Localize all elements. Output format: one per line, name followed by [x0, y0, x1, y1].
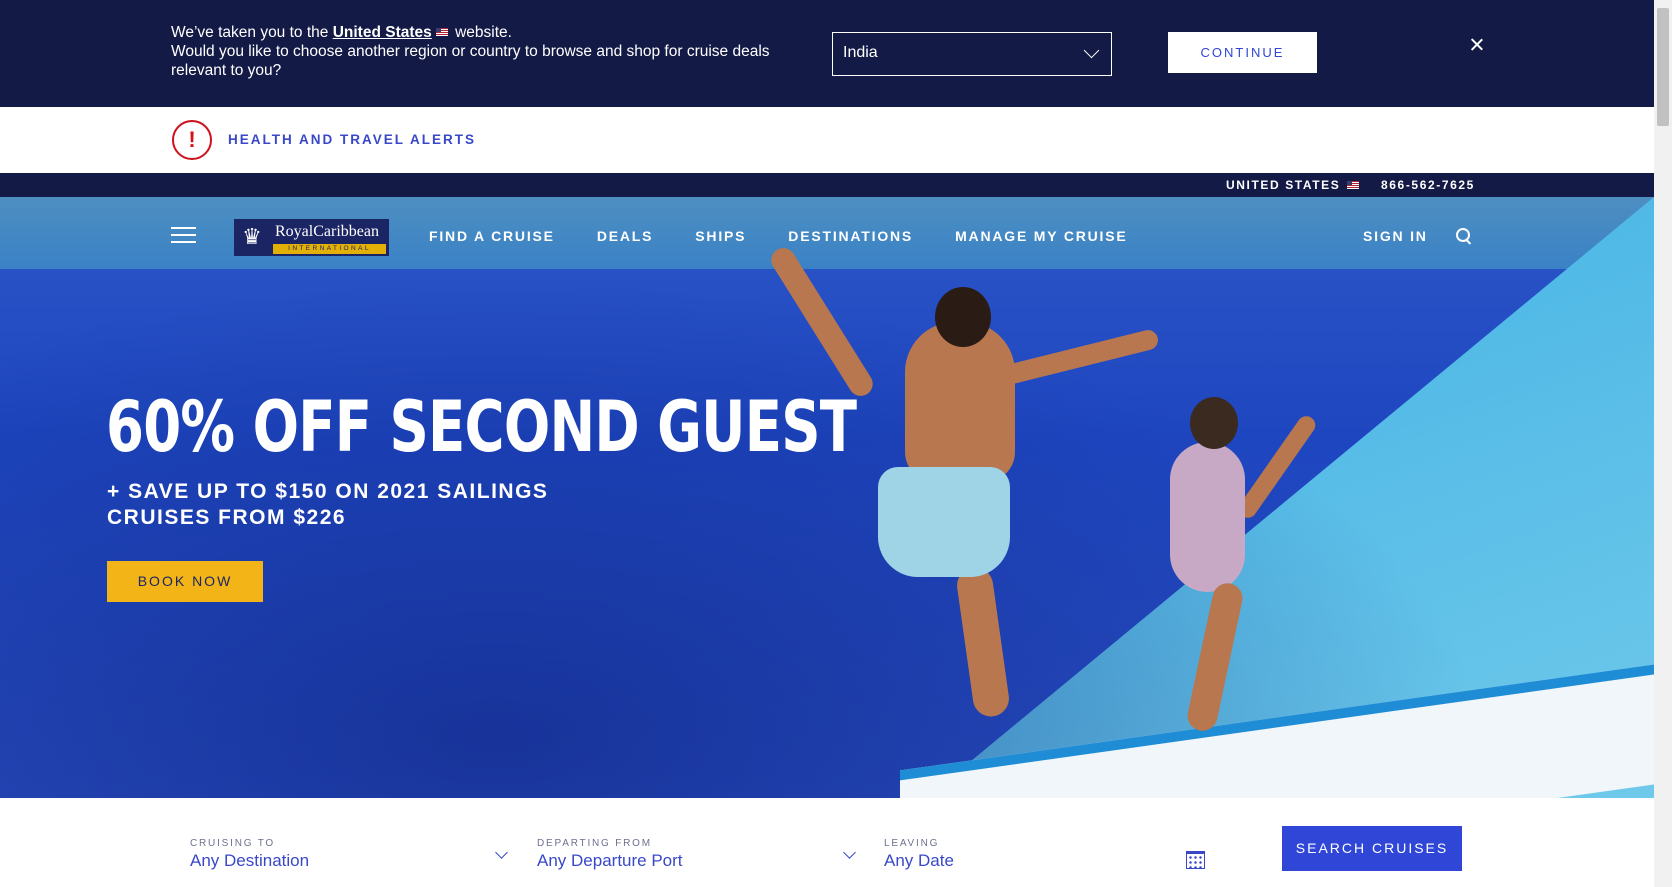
page-scrollbar[interactable]: [1654, 0, 1672, 887]
search-cruises-button[interactable]: SEARCH CRUISES: [1282, 826, 1462, 871]
hero-subtitle: + SAVE UP TO $150 ON 2021 SAILINGS CRUIS…: [107, 479, 548, 531]
region-msg-prefix: We’ve taken you to the: [171, 24, 329, 41]
crown-anchor-icon: ♛: [242, 224, 262, 249]
hero-subtitle-line1: + SAVE UP TO $150 ON 2021 SAILINGS: [107, 480, 549, 503]
country-selector[interactable]: UNITED STATES: [1226, 178, 1340, 192]
nav-find-a-cruise[interactable]: FIND A CRUISE: [429, 228, 555, 244]
nav-links: FIND A CRUISE DEALS SHIPS DESTINATIONS M…: [429, 228, 1128, 244]
leaving-value: Any Date: [884, 851, 954, 870]
destination-value: Any Destination: [190, 851, 310, 870]
hero-photo-figure: [1190, 397, 1238, 449]
us-flag-icon: [1347, 181, 1359, 189]
hero-subtitle-line2: CRUISES FROM $226: [107, 506, 347, 529]
royal-caribbean-logo[interactable]: ♛ RoyalCaribbean INTERNATIONAL: [234, 219, 389, 256]
book-now-button[interactable]: BOOK NOW: [107, 561, 263, 602]
region-msg-suffix: website.: [455, 24, 512, 41]
calendar-icon[interactable]: [1186, 851, 1205, 869]
nav-manage-my-cruise[interactable]: MANAGE MY CRUISE: [955, 228, 1127, 244]
hero-photo-figure: [878, 467, 1010, 577]
scrollbar-thumb[interactable]: [1657, 8, 1669, 126]
alert-icon[interactable]: !: [172, 120, 212, 160]
us-flag-icon: [435, 28, 448, 36]
sign-in-link[interactable]: SIGN IN: [1363, 228, 1428, 244]
leaving-date-field[interactable]: LEAVING Any Date: [884, 838, 1204, 871]
utility-strip: UNITED STATES 866-562-7625: [0, 173, 1654, 197]
logo-text: RoyalCaribbean: [275, 223, 379, 240]
phone-number[interactable]: 866-562-7625: [1381, 178, 1475, 192]
current-country-link[interactable]: United States: [333, 24, 432, 41]
region-msg-question: Would you like to choose another region …: [171, 43, 770, 79]
hero-photo-figure: [935, 287, 991, 347]
nav-destinations[interactable]: DESTINATIONS: [788, 228, 913, 244]
region-banner: We’ve taken you to the United States web…: [0, 0, 1654, 107]
menu-icon[interactable]: [171, 227, 196, 243]
region-select[interactable]: India: [832, 32, 1112, 76]
main-nav: ♛ RoyalCaribbean INTERNATIONAL FIND A CR…: [0, 197, 1654, 269]
destination-label: CRUISING TO: [190, 838, 275, 849]
hero-photo-figure: [1170, 442, 1245, 592]
destination-field[interactable]: CRUISING TO Any Destination: [190, 838, 510, 871]
departure-value: Any Departure Port: [537, 851, 683, 870]
close-icon[interactable]: [1468, 36, 1486, 54]
chevron-down-icon: [1083, 42, 1100, 59]
departure-port-field[interactable]: DEPARTING FROM Any Departure Port: [537, 838, 857, 871]
region-message: We’ve taken you to the United States web…: [171, 23, 811, 80]
region-select-value: India: [843, 44, 878, 61]
continue-button[interactable]: CONTINUE: [1168, 32, 1317, 73]
nav-ships[interactable]: SHIPS: [695, 228, 746, 244]
alert-bar: ! HEALTH AND TRAVEL ALERTS: [0, 107, 1654, 173]
hero-title: 60% OFF SECOND GUEST: [106, 386, 857, 468]
logo-subtext: INTERNATIONAL: [273, 244, 386, 254]
departure-label: DEPARTING FROM: [537, 838, 652, 849]
leaving-label: LEAVING: [884, 838, 940, 849]
nav-deals[interactable]: DEALS: [597, 228, 653, 244]
search-icon[interactable]: [1456, 228, 1472, 244]
health-travel-alerts-link[interactable]: HEALTH AND TRAVEL ALERTS: [228, 132, 476, 147]
